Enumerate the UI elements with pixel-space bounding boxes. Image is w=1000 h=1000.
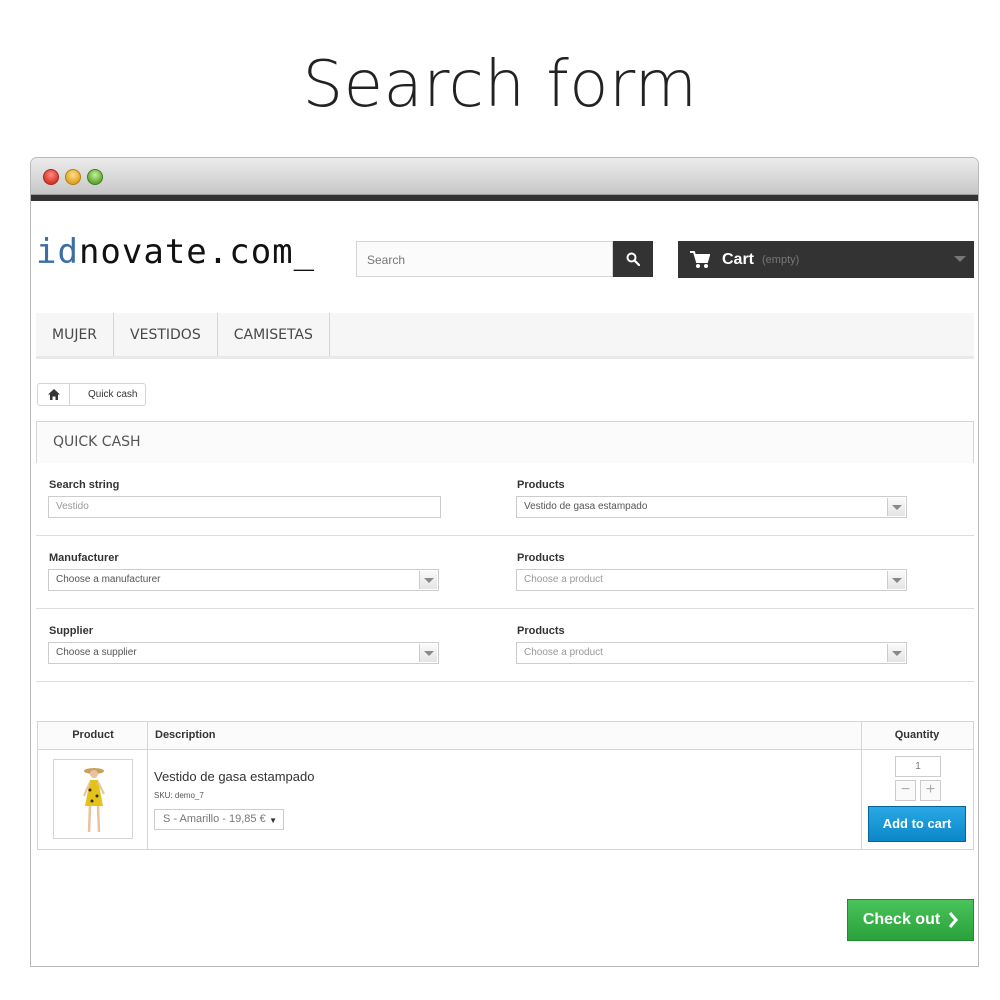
main-menu: MUJER VESTIDOS CAMISETAS <box>36 313 974 359</box>
chevron-down-icon <box>887 644 905 662</box>
quantity-decrease-button[interactable]: − <box>895 780 916 801</box>
products-select-value: Choose a product <box>524 647 603 658</box>
column-divider <box>861 722 862 849</box>
browser-window: idnovate.com_ Search Cart (empty) MUJER … <box>30 157 979 967</box>
breadcrumb-home[interactable] <box>38 384 70 405</box>
product-thumbnail[interactable] <box>53 759 133 839</box>
supplier-select-value: Choose a supplier <box>56 647 137 658</box>
variant-select[interactable]: S - Amarillo - 19,85 € ▼ <box>154 809 284 830</box>
cart-label: Cart <box>722 250 755 268</box>
chevron-down-icon <box>419 644 437 662</box>
search-placeholder: Search <box>367 253 406 267</box>
column-header-quantity: Quantity <box>861 722 973 750</box>
search-string-label: Search string <box>49 479 120 491</box>
shop-top-bar <box>31 195 978 201</box>
product-sku: SKU: demo_7 <box>154 791 204 800</box>
cart-dropdown[interactable]: Cart (empty) <box>678 241 974 278</box>
menu-item-mujer[interactable]: MUJER <box>36 313 115 356</box>
supplier-select[interactable]: Choose a supplier <box>48 642 439 664</box>
checkout-button[interactable]: Check out <box>847 899 974 941</box>
menu-item-camisetas[interactable]: CAMISETAS <box>218 313 330 356</box>
column-header-product: Product <box>38 722 148 750</box>
form-row-supplier: Supplier Choose a supplier Products Choo… <box>36 609 974 682</box>
chevron-down-icon <box>954 256 966 262</box>
product-name[interactable]: Vestido de gasa estampado <box>154 769 314 784</box>
manufacturer-label: Manufacturer <box>49 552 119 564</box>
chevron-down-icon <box>419 571 437 589</box>
search-button[interactable] <box>613 241 653 277</box>
manufacturer-select[interactable]: Choose a manufacturer <box>48 569 439 591</box>
variant-select-value: S - Amarillo - 19,85 € <box>163 813 266 825</box>
hero-title: Search form <box>302 48 698 122</box>
maximize-window-button[interactable] <box>87 169 103 185</box>
products-select-value: Vestido de gasa estampado <box>524 501 648 512</box>
search-string-value: Vestido <box>56 501 89 512</box>
logo-rest: novate.com_ <box>78 232 316 272</box>
products-label: Products <box>517 552 565 564</box>
products-label: Products <box>517 625 565 637</box>
cart-status: (empty) <box>762 253 800 266</box>
search-string-input[interactable]: Vestido <box>48 496 441 518</box>
site-logo[interactable]: idnovate.com_ <box>36 232 315 272</box>
quantity-input[interactable]: 1 <box>895 756 941 777</box>
form-row-manufacturer: Manufacturer Choose a manufacturer Produ… <box>36 536 974 609</box>
breadcrumb-current: Quick cash <box>88 389 138 400</box>
form-row-search: Search string Vestido Products Vestido d… <box>36 463 974 536</box>
cart-icon <box>690 250 710 268</box>
checkout-label: Check out <box>862 911 941 928</box>
product-table: Product Description Quantity Vestido de … <box>37 721 974 850</box>
quantity-increase-button[interactable]: + <box>920 780 941 801</box>
chevron-right-icon <box>949 912 959 928</box>
column-header-description: Description <box>148 722 861 750</box>
products-select[interactable]: Choose a product <box>516 642 907 664</box>
minimize-window-button[interactable] <box>65 169 81 185</box>
add-to-cart-button[interactable]: Add to cart <box>868 806 966 842</box>
logo-prefix: id <box>36 232 79 272</box>
products-select-value: Choose a product <box>524 574 603 585</box>
search-input[interactable]: Search <box>356 241 613 277</box>
manufacturer-select-value: Choose a manufacturer <box>56 574 161 585</box>
home-icon <box>47 389 60 400</box>
dress-model-image <box>83 768 105 833</box>
close-window-button[interactable] <box>43 169 59 185</box>
chevron-down-icon <box>887 571 905 589</box>
products-select[interactable]: Choose a product <box>516 569 907 591</box>
search-icon <box>626 252 640 266</box>
chevron-down-icon <box>887 498 905 516</box>
page-title: QUICK CASH <box>36 421 974 463</box>
supplier-label: Supplier <box>49 625 94 637</box>
caret-down-icon: ▼ <box>269 816 277 825</box>
products-label: Products <box>517 479 565 491</box>
breadcrumb: Quick cash <box>37 383 147 406</box>
menu-item-vestidos[interactable]: VESTIDOS <box>114 313 218 356</box>
products-select[interactable]: Vestido de gasa estampado <box>516 496 907 518</box>
window-titlebar <box>31 158 978 195</box>
column-divider <box>147 722 148 849</box>
